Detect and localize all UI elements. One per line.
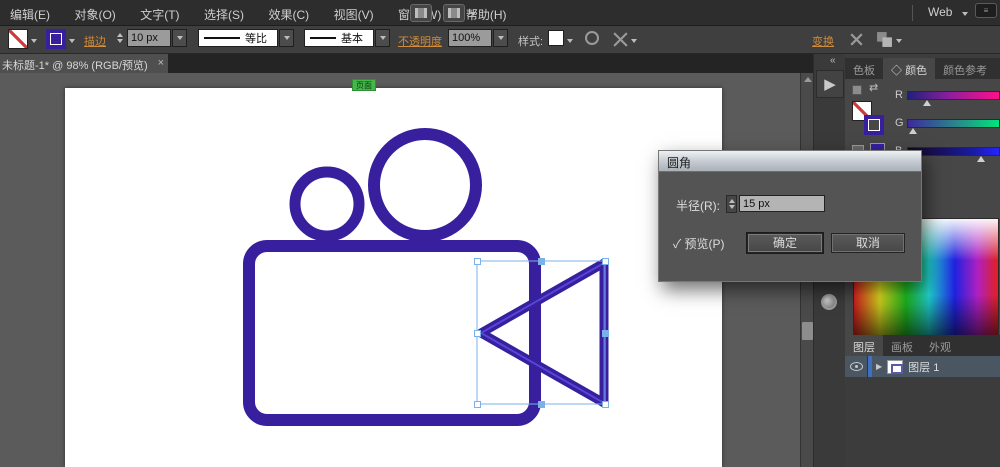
tab-appearance[interactable]: 外观: [921, 335, 959, 356]
scroll-up-icon[interactable]: [804, 77, 812, 82]
tab-swatches[interactable]: 色板: [845, 58, 883, 79]
layer-expand-icon[interactable]: ▶: [876, 362, 882, 371]
default-fill-stroke-icon[interactable]: [852, 85, 862, 95]
isolate-selection-icon[interactable]: [612, 31, 629, 48]
stroke-width-input[interactable]: [127, 29, 171, 47]
menu-object[interactable]: 对象(O): [64, 0, 125, 26]
radius-input[interactable]: [739, 195, 825, 212]
channel-b-thumb[interactable]: [977, 156, 985, 162]
document-tab[interactable]: 未标题-1* @ 98% (RGB/预览) ×: [0, 54, 168, 73]
channel-g-slider[interactable]: [907, 119, 1000, 128]
brush-dropdown[interactable]: [375, 29, 390, 47]
opacity-dropdown[interactable]: [493, 29, 508, 47]
layer-thumbnail[interactable]: [887, 359, 904, 374]
style-swatch[interactable]: [548, 30, 564, 46]
shape-mode-dropdown-icon[interactable]: [896, 39, 902, 43]
shape-mode-icon[interactable]: [876, 31, 893, 48]
collapse-panels-icon[interactable]: «: [830, 55, 836, 66]
fill-dropdown-icon[interactable]: [31, 39, 37, 43]
tab-color-guide[interactable]: 颜色参考: [935, 58, 995, 79]
channel-r-slider[interactable]: [907, 91, 1000, 100]
divider: [912, 5, 913, 21]
tab-artboards[interactable]: 画板: [883, 335, 921, 356]
style-label: 样式:: [518, 36, 544, 48]
ok-button[interactable]: 确定: [747, 233, 823, 253]
rounded-corners-dialog: 圆角 半径(R): ✓ 预览(P) 确定 取消: [658, 150, 922, 282]
stroke-width-dropdown[interactable]: [172, 29, 187, 47]
layer-row[interactable]: ▶ 图层 1: [845, 356, 1000, 377]
brush-select[interactable]: 基本: [304, 29, 374, 47]
channel-g-thumb[interactable]: [909, 128, 917, 134]
layers-panel: 图层 画板 外观 ▶ 图层 1: [845, 335, 1000, 467]
stroke-width-stepper[interactable]: [114, 29, 125, 47]
layer-selection-bar: [868, 356, 872, 377]
opacity-panel-link[interactable]: 不透明度: [398, 33, 442, 49]
menu-bar: 编辑(E) 对象(O) 文字(T) 选择(S) 效果(C) 视图(V) 窗口(W…: [0, 0, 1000, 26]
arrange-documents-icon[interactable]: [410, 4, 432, 22]
illustrator-window: 编辑(E) 对象(O) 文字(T) 选择(S) 效果(C) 视图(V) 窗口(W…: [0, 0, 1000, 467]
style-dropdown-icon[interactable]: [567, 39, 573, 43]
fill-color-swatch[interactable]: [8, 29, 28, 49]
tab-layers[interactable]: 图层: [845, 335, 883, 356]
document-title: 未标题-1* @ 98% (RGB/预览): [2, 60, 148, 72]
profile-dropdown[interactable]: [279, 29, 294, 47]
layer-visibility-toggle[interactable]: [845, 358, 867, 376]
scrollbar-thumb[interactable]: [802, 322, 813, 340]
symbols-panel-icon[interactable]: [821, 294, 837, 310]
dialog-title-bar[interactable]: 圆角: [659, 151, 921, 172]
cancel-button[interactable]: 取消: [831, 233, 905, 253]
channel-r-label: R: [895, 89, 903, 101]
eye-icon: [849, 361, 863, 371]
stroke-profile-select[interactable]: 等比: [198, 29, 278, 47]
small-reel-circle[interactable]: [289, 166, 365, 242]
large-reel-circle[interactable]: [368, 128, 482, 242]
tab-color[interactable]: ◇ 颜色: [883, 58, 936, 79]
layout-dropdown-icon[interactable]: [470, 12, 476, 16]
workspace-switcher[interactable]: Web: [928, 5, 952, 19]
document-layout-icon[interactable]: [443, 4, 465, 22]
check-icon: ✓: [673, 237, 682, 251]
preview-checkbox[interactable]: ✓ 预览(P): [673, 235, 725, 252]
stroke-panel-link[interactable]: 描边: [84, 33, 106, 49]
opacity-input[interactable]: [448, 29, 492, 47]
color-panel-tabs: 色板 ◇ 颜色 颜色参考: [845, 58, 1000, 79]
stroke-dropdown-icon[interactable]: [69, 39, 75, 43]
radius-label: 半径(R):: [676, 199, 720, 213]
layers-panel-tabs: 图层 画板 外观: [845, 335, 1000, 356]
menu-select[interactable]: 选择(S): [194, 0, 254, 26]
transform-panel-link[interactable]: 变换: [812, 33, 834, 49]
stroke-color-swatch[interactable]: [46, 29, 66, 49]
free-transform-icon[interactable]: [848, 31, 865, 48]
swap-fill-stroke-icon[interactable]: ⇄: [869, 81, 878, 94]
app-bar-menu-button[interactable]: ≡: [975, 3, 997, 18]
isolate-dropdown-icon[interactable]: [631, 39, 637, 43]
flash-panel-icon[interactable]: ▶: [816, 70, 844, 98]
recolor-artwork-icon[interactable]: [585, 31, 599, 45]
radius-stepper[interactable]: [726, 195, 737, 213]
control-bar: 描边 等比 基本 不透明度 样式: 变换: [0, 26, 1000, 74]
menu-view[interactable]: 视图(V): [324, 0, 384, 26]
channel-r-thumb[interactable]: [923, 100, 931, 106]
menu-effect[interactable]: 效果(C): [258, 0, 319, 26]
tab-close-icon[interactable]: ×: [158, 57, 164, 69]
panel-stroke-swatch[interactable]: [864, 115, 884, 135]
menu-edit[interactable]: 编辑(E): [0, 0, 60, 26]
camera-body-rect[interactable]: [243, 240, 541, 426]
menu-type[interactable]: 文字(T): [130, 0, 189, 26]
document-tab-bar: 未标题-1* @ 98% (RGB/预览) ×: [0, 54, 813, 73]
channel-g-label: G: [895, 117, 904, 129]
layer-name[interactable]: 图层 1: [908, 359, 939, 375]
workspace-dropdown-icon[interactable]: [962, 12, 968, 16]
